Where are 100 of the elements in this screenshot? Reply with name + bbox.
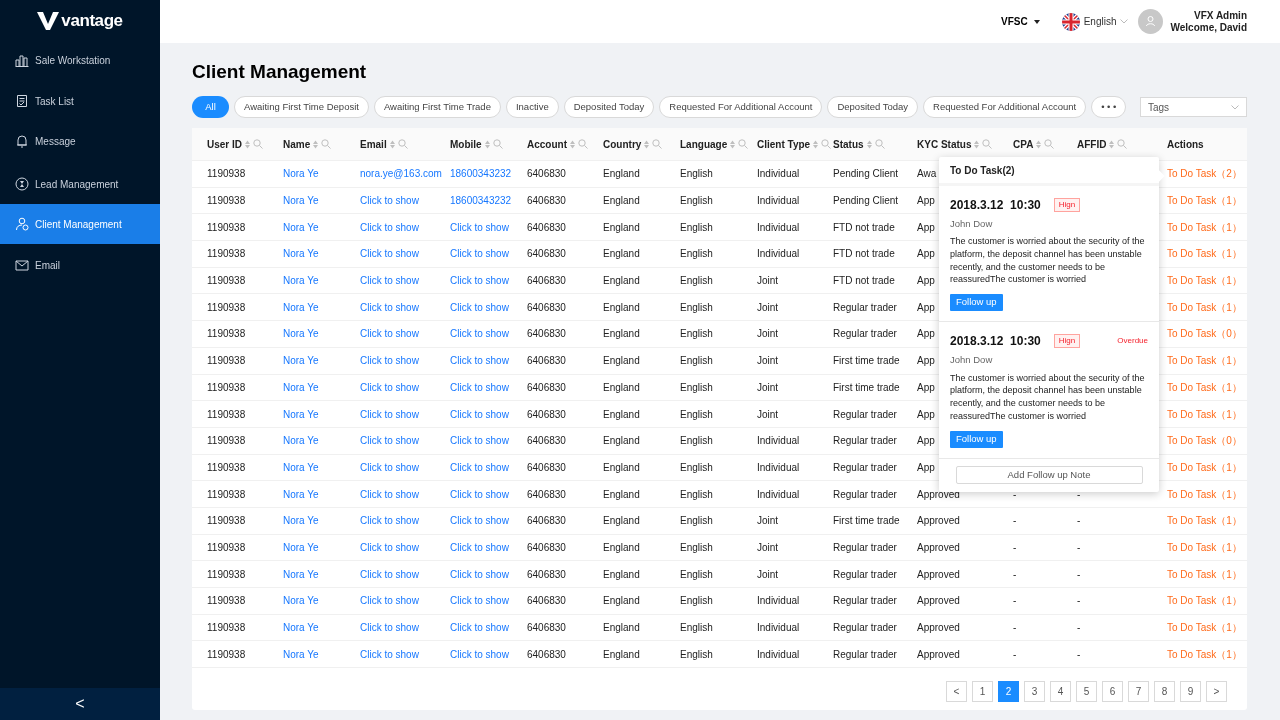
email-link[interactable]: Click to show xyxy=(360,195,419,207)
sidebar-item[interactable]: Sale Workstation xyxy=(0,40,160,80)
todo-task-link[interactable]: To Do Task（1） xyxy=(1167,221,1242,233)
todo-task-link[interactable]: To Do Task（1） xyxy=(1167,355,1242,367)
mobile-link[interactable]: 18600343232 xyxy=(450,195,512,207)
page-button[interactable]: 5 xyxy=(1076,681,1097,702)
collapse-button[interactable]: < xyxy=(0,688,160,720)
entity-dropdown[interactable]: VFSC xyxy=(1001,14,1040,29)
client-name-link[interactable]: Nora Ye xyxy=(283,541,319,553)
email-link[interactable]: Click to show xyxy=(360,435,419,447)
email-link[interactable]: Click to show xyxy=(360,515,419,527)
todo-task-link[interactable]: To Do Task（1） xyxy=(1167,301,1242,313)
page-button[interactable]: 8 xyxy=(1154,681,1175,702)
todo-task-link[interactable]: To Do Task（1） xyxy=(1167,488,1242,500)
mobile-link[interactable]: Click to show xyxy=(450,541,509,553)
sidebar-item[interactable]: Email xyxy=(0,245,160,285)
page-button[interactable]: 1 xyxy=(972,681,993,702)
page-button[interactable]: 7 xyxy=(1128,681,1149,702)
filter-chip[interactable]: Requested For Additional Account xyxy=(659,96,823,118)
client-name-link[interactable]: Nora Ye xyxy=(283,275,319,287)
filter-chip[interactable]: Awaiting First Time Deposit xyxy=(234,96,369,118)
client-name-link[interactable]: Nora Ye xyxy=(283,488,319,500)
email-link[interactable]: nora.ye@163.com xyxy=(360,168,442,180)
page-button[interactable]: 4 xyxy=(1050,681,1071,702)
sidebar-item[interactable]: Client Management xyxy=(0,204,160,244)
mobile-link[interactable]: 18600343232 xyxy=(450,168,512,180)
mobile-link[interactable]: Click to show xyxy=(450,595,509,607)
client-name-link[interactable]: Nora Ye xyxy=(283,648,319,660)
filter-chip[interactable]: Deposited Today xyxy=(827,96,919,118)
client-name-link[interactable]: Nora Ye xyxy=(283,435,319,447)
mobile-link[interactable]: Click to show xyxy=(450,275,509,287)
email-link[interactable]: Click to show xyxy=(360,595,419,607)
todo-task-link[interactable]: To Do Task（1） xyxy=(1167,248,1242,260)
client-name-link[interactable]: Nora Ye xyxy=(283,355,319,367)
page-button[interactable]: 3 xyxy=(1024,681,1045,702)
mobile-link[interactable]: Click to show xyxy=(450,648,509,660)
client-name-link[interactable]: Nora Ye xyxy=(283,461,319,473)
client-name-link[interactable]: Nora Ye xyxy=(283,515,319,527)
email-link[interactable]: Click to show xyxy=(360,248,419,260)
mobile-link[interactable]: Click to show xyxy=(450,355,509,367)
email-link[interactable]: Click to show xyxy=(360,541,419,553)
todo-task-link[interactable]: To Do Task（1） xyxy=(1167,408,1242,420)
page-button[interactable]: 9 xyxy=(1180,681,1201,702)
todo-task-link[interactable]: To Do Task（1） xyxy=(1167,381,1242,393)
mobile-link[interactable]: Click to show xyxy=(450,328,509,340)
add-note-button[interactable]: Add Follow up Note xyxy=(955,466,1143,485)
email-link[interactable]: Click to show xyxy=(360,301,419,313)
email-link[interactable]: Click to show xyxy=(360,461,419,473)
todo-task-link[interactable]: To Do Task（1） xyxy=(1167,622,1242,634)
mobile-link[interactable]: Click to show xyxy=(450,381,509,393)
next-page-button[interactable]: > xyxy=(1206,681,1227,702)
filter-chip[interactable]: • • • xyxy=(1091,96,1127,118)
mobile-link[interactable]: Click to show xyxy=(450,301,509,313)
language-dropdown[interactable]: English xyxy=(1061,12,1129,31)
todo-task-link[interactable]: To Do Task（1） xyxy=(1167,275,1242,287)
email-link[interactable]: Click to show xyxy=(360,622,419,634)
client-name-link[interactable]: Nora Ye xyxy=(283,381,319,393)
client-name-link[interactable]: Nora Ye xyxy=(283,301,319,313)
todo-task-link[interactable]: To Do Task（1） xyxy=(1167,595,1242,607)
todo-task-link[interactable]: To Do Task（2） xyxy=(1167,168,1242,180)
mobile-link[interactable]: Click to show xyxy=(450,568,509,580)
filter-chip[interactable]: Deposited Today xyxy=(563,96,655,118)
client-name-link[interactable]: Nora Ye xyxy=(283,248,319,260)
todo-task-link[interactable]: To Do Task（1） xyxy=(1167,195,1242,207)
email-link[interactable]: Click to show xyxy=(360,355,419,367)
filter-chip[interactable]: Requested For Additional Account xyxy=(923,96,1087,118)
todo-task-link[interactable]: To Do Task（1） xyxy=(1167,568,1242,580)
follow-up-button[interactable]: Follow up xyxy=(950,430,1003,448)
filter-chip[interactable]: Inactive xyxy=(505,96,559,118)
email-link[interactable]: Click to show xyxy=(360,568,419,580)
filter-chip[interactable]: All xyxy=(192,96,229,118)
todo-task-link[interactable]: To Do Task（1） xyxy=(1167,648,1242,660)
client-name-link[interactable]: Nora Ye xyxy=(283,595,319,607)
sidebar-item[interactable]: Task List xyxy=(0,81,160,121)
todo-task-link[interactable]: To Do Task（1） xyxy=(1167,461,1242,473)
email-link[interactable]: Click to show xyxy=(360,381,419,393)
sidebar-item[interactable]: Lead Management xyxy=(0,164,160,204)
page-button[interactable]: 2 xyxy=(998,681,1019,702)
tags-dropdown[interactable]: Tags xyxy=(1140,97,1247,117)
client-name-link[interactable]: Nora Ye xyxy=(283,221,319,233)
sidebar-item[interactable]: Message xyxy=(0,121,160,161)
mobile-link[interactable]: Click to show xyxy=(450,408,509,420)
page-button[interactable]: 6 xyxy=(1102,681,1123,702)
email-link[interactable]: Click to show xyxy=(360,648,419,660)
mobile-link[interactable]: Click to show xyxy=(450,622,509,634)
email-link[interactable]: Click to show xyxy=(360,488,419,500)
client-name-link[interactable]: Nora Ye xyxy=(283,328,319,340)
email-link[interactable]: Click to show xyxy=(360,221,419,233)
mobile-link[interactable]: Click to show xyxy=(450,248,509,260)
todo-task-link[interactable]: To Do Task（0） xyxy=(1167,328,1242,340)
mobile-link[interactable]: Click to show xyxy=(450,435,509,447)
filter-chip[interactable]: Awaiting First Time Trade xyxy=(373,96,501,118)
mobile-link[interactable]: Click to show xyxy=(450,515,509,527)
email-link[interactable]: Click to show xyxy=(360,275,419,287)
todo-task-link[interactable]: To Do Task（0） xyxy=(1167,435,1242,447)
mobile-link[interactable]: Click to show xyxy=(450,221,509,233)
mobile-link[interactable]: Click to show xyxy=(450,461,509,473)
client-name-link[interactable]: Nora Ye xyxy=(283,568,319,580)
todo-task-link[interactable]: To Do Task（1） xyxy=(1167,515,1242,527)
follow-up-button[interactable]: Follow up xyxy=(950,294,1003,312)
